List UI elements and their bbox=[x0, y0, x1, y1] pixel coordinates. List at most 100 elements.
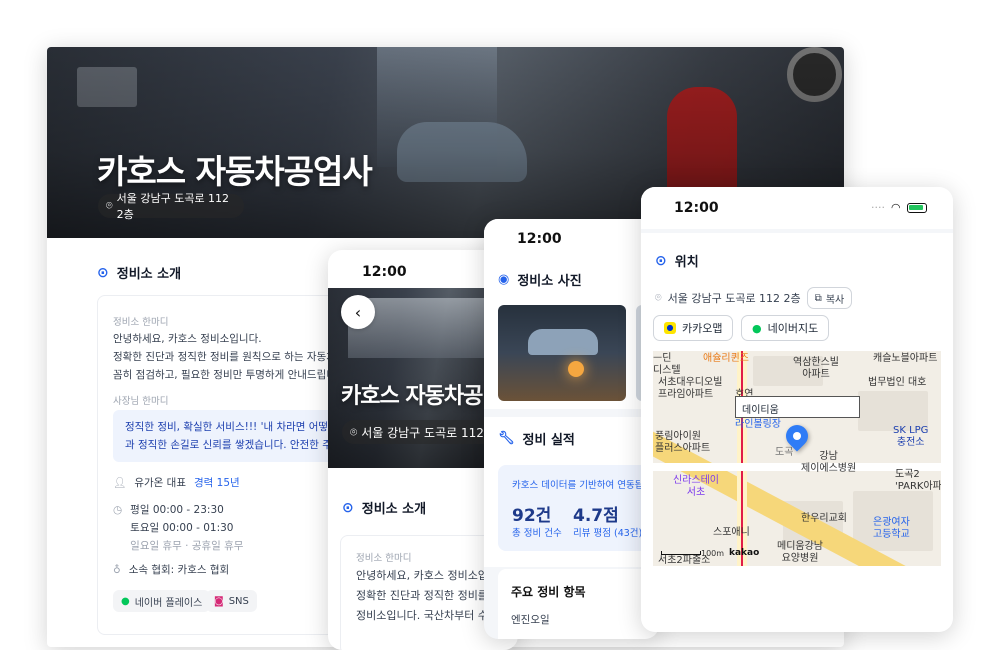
photo-car-shape bbox=[528, 329, 598, 355]
phone1-hanmadi-label: 정비소 한마디 bbox=[356, 553, 412, 564]
copy-button[interactable]: ⧉ 복사 bbox=[806, 287, 853, 309]
address-text: 서울 강남구 도곡로 112 2층 bbox=[116, 192, 230, 221]
clock-icon: ◷ bbox=[113, 504, 123, 516]
location-section-title: ⊙ 위치 bbox=[655, 251, 699, 271]
map-label: 강남 제이에스병원 bbox=[801, 451, 857, 474]
map-label: 은광여자 고등학교 bbox=[873, 517, 910, 540]
holiday-text: 일요일 휴무 · 공휴일 휴무 bbox=[130, 540, 244, 552]
naver-pin-icon: ● bbox=[121, 595, 130, 607]
map-label: 애슐리퀸즈 bbox=[703, 353, 749, 364]
association-row: ♁ 소속 협회: 카호스 협회 bbox=[113, 561, 229, 579]
location-pin-icon: ⌾ bbox=[106, 199, 113, 212]
phone1-title: 카호스 자동차공 bbox=[341, 384, 483, 409]
kakao-map-label: 카카오맵 bbox=[682, 322, 723, 335]
items-title: 주요 정비 항목 bbox=[511, 585, 586, 599]
map-label: 메디움강남 요양병원 bbox=[777, 541, 823, 564]
kakao-map-button[interactable]: ● 카카오맵 bbox=[653, 315, 734, 341]
signal-icon: ···· bbox=[871, 201, 885, 214]
career-badge: 경력 15년 bbox=[193, 477, 240, 489]
kakao-logo: kakao bbox=[729, 548, 760, 558]
map-view[interactable]: ᅳ딘 디스텔 애슐리퀸즈 역삼한스빌 아파트 캐슬노블아파트 서초대우디오빌 프… bbox=[653, 351, 941, 566]
map-label: SK LPG 충전소 bbox=[893, 425, 929, 448]
naver-map-label: 네이버지도 bbox=[767, 322, 819, 335]
person-icon: 👤︎ bbox=[113, 477, 127, 489]
count-value: 92건 bbox=[512, 506, 552, 526]
phone-photos-stats: 12:00 ◉ 정비소 사진 🔧︎ 정비 실적 카호스 데이터를 기반하여 연동… bbox=[484, 219, 659, 639]
map-tooltip: 데이티움 bbox=[735, 396, 860, 418]
map-label: 한우리교회 bbox=[801, 513, 847, 524]
map-label: 라인볼링장 bbox=[735, 419, 781, 430]
address-row: ⌾ 서울 강남구 도곡로 112 2층 ⧉ 복사 bbox=[655, 287, 853, 309]
wifi-icon: ◠ bbox=[891, 201, 901, 214]
item-engine-oil: 엔진오일 bbox=[511, 614, 550, 626]
map-label: 서초대우디오빌 프라임아파트 bbox=[658, 377, 723, 400]
status-time: 12:00 bbox=[674, 200, 719, 216]
count-label: 총 정비 건수 bbox=[512, 528, 562, 539]
location-pin-icon: ⊙ bbox=[342, 499, 354, 516]
hanmadi-label: 정비소 한마디 bbox=[113, 317, 169, 328]
status-icons: ···· ◠ bbox=[871, 201, 927, 214]
kakao-map-icon: ● bbox=[664, 322, 676, 334]
intro-title-text: 정비소 소개 bbox=[116, 267, 182, 282]
status-time: 12:00 bbox=[517, 231, 562, 247]
hours-saturday: 토요일 00:00 - 01:30 bbox=[130, 522, 234, 534]
map-label: 도곡2 'PARK아파 bbox=[895, 469, 941, 492]
map-label: 도곡 bbox=[775, 447, 794, 458]
phone2-header-bg bbox=[484, 219, 659, 259]
map-label: 스포애니 bbox=[713, 527, 750, 538]
chevron-left-icon: ‹ bbox=[354, 302, 362, 322]
copy-label: 복사 bbox=[825, 294, 845, 306]
items-panel: 주요 정비 항목 엔진오일 bbox=[498, 569, 659, 639]
rep-name: 유가온 대표 bbox=[134, 477, 186, 489]
location-pin-icon: ⊙ bbox=[97, 264, 109, 281]
map-label: 풍림아이원 플러스아파트 bbox=[655, 431, 711, 454]
map-label: ᅳ딘 디스텔 bbox=[653, 353, 681, 376]
owner-quote: 정직한 정비, 확실한 서비스!!! '내 차라면 어떻게 정 과 정직한 손길… bbox=[125, 421, 351, 451]
intro-section-title: ⊙ 정비소 소개 bbox=[97, 263, 182, 283]
map-scale-label: 100m bbox=[701, 549, 725, 558]
camera-icon: ◉ bbox=[498, 272, 510, 287]
phone1-intro-text: 안녕하세요, 카호스 정비소입 정확한 진단과 정직한 정비를 정비소입니다. … bbox=[356, 569, 488, 622]
record-section-title: 🔧︎ 정비 실적 bbox=[498, 429, 575, 448]
copy-icon: ⧉ bbox=[814, 292, 822, 304]
sns-label: SNS bbox=[228, 595, 249, 607]
instagram-icon: ◙ bbox=[214, 595, 224, 607]
map-label: 신라스테이 서초 bbox=[673, 475, 719, 498]
map-label: 법무법인 대호 bbox=[868, 377, 927, 388]
back-button[interactable]: ‹ bbox=[341, 295, 375, 329]
phone1-intro-title: ⊙ 정비소 소개 bbox=[342, 498, 427, 518]
location-title-text: 위치 bbox=[674, 255, 699, 270]
rep-row: 👤︎ 유가온 대표 경력 15년 bbox=[113, 474, 240, 492]
location-pin-icon: ⌾ bbox=[655, 291, 662, 304]
rating-label: 리뷰 평점 (43건) bbox=[573, 528, 643, 539]
record-note: 카호스 데이터를 기반하여 연동됩 bbox=[512, 480, 644, 491]
naver-map-button[interactable]: ● 네이버지도 bbox=[741, 315, 830, 341]
record-title-text: 정비 실적 bbox=[522, 433, 575, 448]
photos-title-text: 정비소 사진 bbox=[517, 274, 582, 289]
association-text: 소속 협회: 카호스 협회 bbox=[128, 564, 230, 576]
location-pin-icon: ⊙ bbox=[655, 252, 667, 269]
location-address: 서울 강남구 도곡로 112 2층 bbox=[667, 292, 801, 305]
phone1-address-text: 서울 강남구 도곡로 112 2 bbox=[361, 425, 496, 440]
address-pill: ⌾ 서울 강남구 도곡로 112 2층 bbox=[98, 192, 244, 221]
naver-place-label: 네이버 플레이스 bbox=[134, 597, 203, 609]
photo-light bbox=[568, 361, 584, 377]
map-tooltip-text: 데이티움 bbox=[742, 405, 779, 416]
status-time: 12:00 bbox=[362, 264, 407, 280]
sns-chip[interactable]: ◙ SNS bbox=[206, 590, 257, 612]
map-label: 캐슬노블아파트 bbox=[873, 353, 938, 364]
location-pin-icon: ⌾ bbox=[350, 424, 358, 439]
naver-place-chip[interactable]: ● 네이버 플레이스 bbox=[113, 590, 211, 612]
map-scale-bar bbox=[661, 551, 701, 555]
naver-map-icon: ● bbox=[752, 321, 762, 335]
photo-thumbnail[interactable] bbox=[498, 305, 626, 401]
record-box: 카호스 데이터를 기반하여 연동됩 92건 총 정비 건수 4.7점 리뷰 평점… bbox=[498, 465, 659, 551]
phone-location: 12:00 ···· ◠ ⊙ 위치 ⌾ 서울 강남구 도곡로 112 2층 ⧉ … bbox=[641, 187, 953, 632]
award-icon: ♁ bbox=[113, 564, 121, 576]
wrench-icon: 🔧︎ bbox=[498, 431, 515, 446]
photos-section-title: ◉ 정비소 사진 bbox=[498, 270, 582, 289]
hours-row: ◷ 평일 00:00 - 23:30 토요일 00:00 - 01:30 일요일… bbox=[113, 501, 243, 555]
page-title: 카호스 자동차공업사 bbox=[97, 152, 373, 191]
battery-icon bbox=[906, 202, 927, 213]
phone1-intro-title-text: 정비소 소개 bbox=[361, 502, 427, 517]
